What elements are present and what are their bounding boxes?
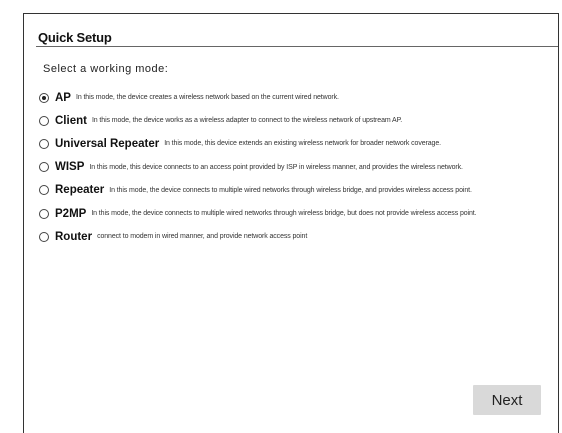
mode-option-wisp[interactable]: WISP In this mode, this device connects … xyxy=(39,156,559,179)
mode-option-router[interactable]: Router connect to modem in wired manner,… xyxy=(39,225,559,248)
radio-p2mp[interactable] xyxy=(39,208,49,219)
mode-name-universal-repeater: Universal Repeater xyxy=(55,137,160,150)
working-mode-options: AP In this mode, the device creates a wi… xyxy=(39,86,559,248)
mode-description-wisp: In this mode, this device connects to an… xyxy=(89,163,463,171)
mode-name-wisp: WISP xyxy=(55,161,85,174)
title-divider xyxy=(36,46,558,47)
quick-setup-panel: Quick Setup Select a working mode: AP In… xyxy=(23,13,559,433)
mode-name-router: Router xyxy=(55,230,93,243)
mode-description-client: In this mode, the device works as a wire… xyxy=(91,117,403,125)
mode-option-universal-repeater[interactable]: Universal Repeater In this mode, this de… xyxy=(39,132,559,155)
radio-ap[interactable] xyxy=(39,92,49,103)
mode-name-ap: AP xyxy=(55,91,71,104)
mode-option-ap[interactable]: AP In this mode, the device creates a wi… xyxy=(39,86,559,109)
working-mode-prompt: Select a working mode: xyxy=(43,63,169,75)
page-title: Quick Setup xyxy=(38,30,112,45)
radio-wisp[interactable] xyxy=(39,162,49,173)
mode-description-ap: In this mode, the device creates a wirel… xyxy=(75,94,339,102)
mode-option-p2mp[interactable]: P2MP In this mode, the device connects t… xyxy=(39,202,559,225)
radio-repeater[interactable] xyxy=(39,185,49,196)
mode-name-client: Client xyxy=(55,114,87,127)
next-button[interactable]: Next xyxy=(473,385,541,415)
mode-name-repeater: Repeater xyxy=(55,184,105,197)
radio-router[interactable] xyxy=(39,231,49,242)
mode-description-router: connect to modem in wired manner, and pr… xyxy=(97,233,308,241)
mode-description-p2mp: In this mode, the device connects to mul… xyxy=(91,210,477,218)
mode-name-p2mp: P2MP xyxy=(55,207,87,220)
mode-description-universal-repeater: In this mode, this device extends an exi… xyxy=(164,140,441,148)
radio-universal-repeater[interactable] xyxy=(39,138,49,149)
radio-client[interactable] xyxy=(39,115,49,126)
mode-option-client[interactable]: Client In this mode, the device works as… xyxy=(39,109,559,132)
mode-option-repeater[interactable]: Repeater In this mode, the device connec… xyxy=(39,179,559,202)
mode-description-repeater: In this mode, the device connects to mul… xyxy=(109,186,472,194)
